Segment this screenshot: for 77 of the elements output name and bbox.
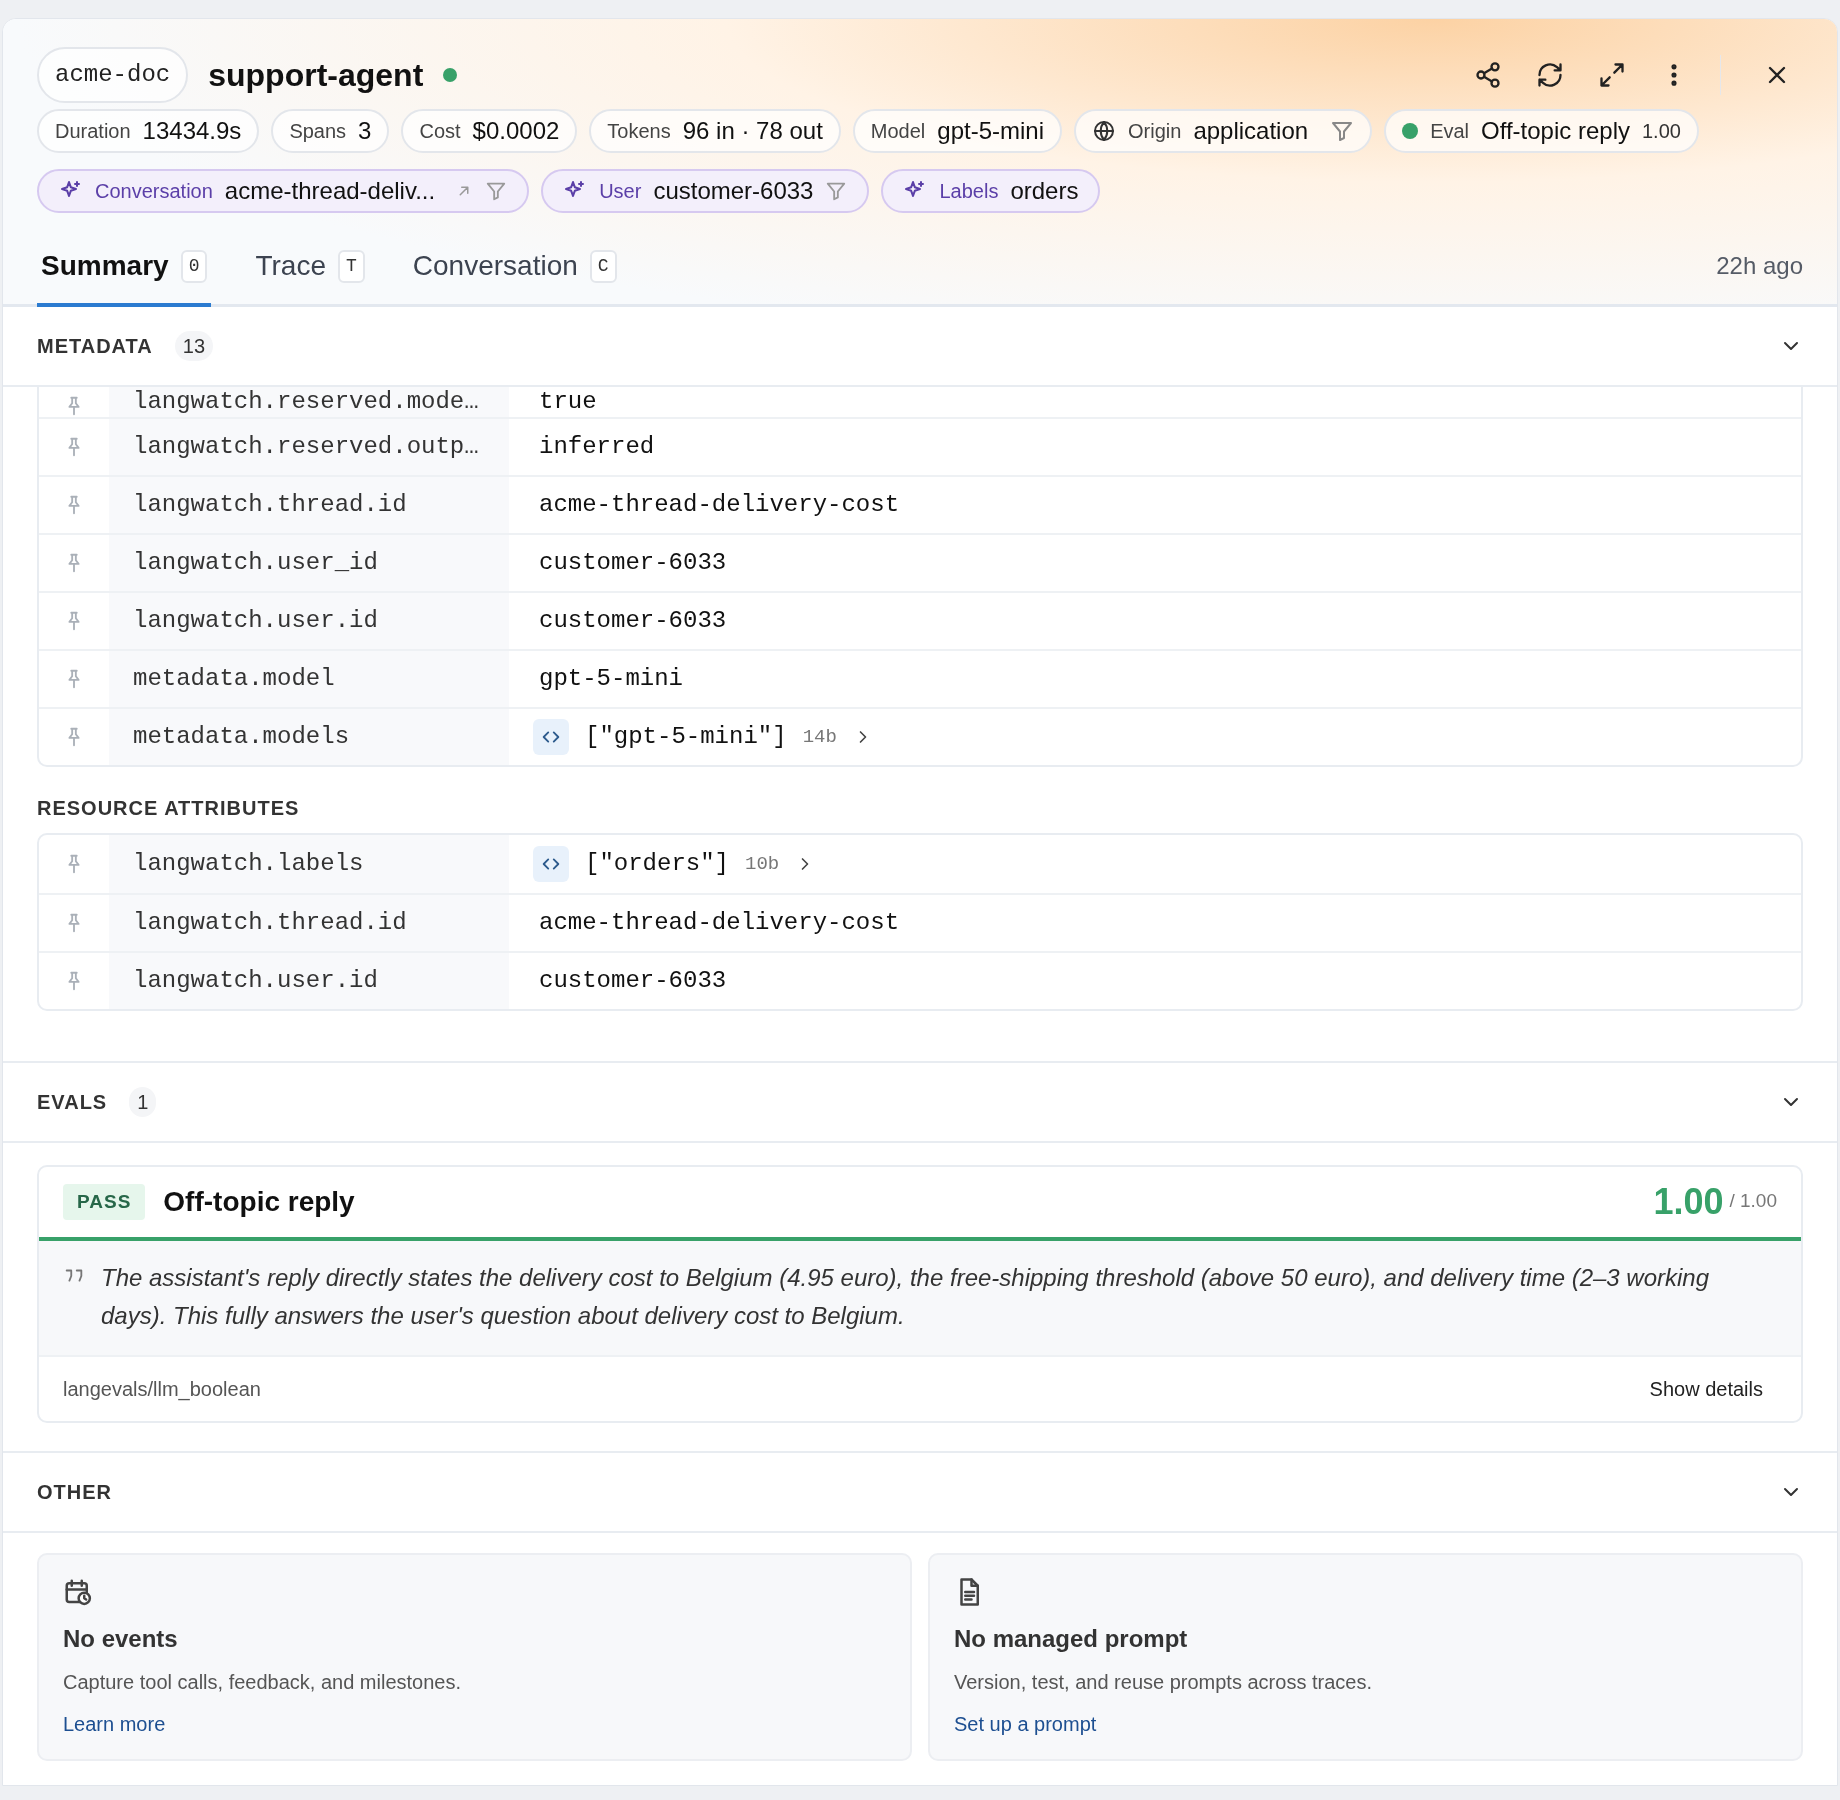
tab[interactable]: Conversation C xyxy=(408,245,621,307)
attribute-key: langwatch.thread.id xyxy=(133,908,407,938)
attribute-value: acme-thread-delivery-cost xyxy=(539,908,900,938)
attribute-key: langwatch.user.id xyxy=(133,966,378,996)
attribute-value: customer-6033 xyxy=(653,176,814,206)
attribute-value: customer-6033 xyxy=(539,606,727,636)
attribute-value: acme-thread-deliv... xyxy=(224,176,436,206)
tab[interactable]: Trace T xyxy=(251,245,369,307)
stat-label: Duration xyxy=(55,119,131,144)
count-badge: 1 xyxy=(129,1087,157,1117)
card-title: No events xyxy=(63,1624,178,1654)
show-details-button[interactable]: Show details xyxy=(1635,1368,1777,1410)
attribute-value: gpt-5-mini xyxy=(539,664,684,694)
attribute-key: langwatch.reserved.outp… xyxy=(133,432,479,462)
stat-label: Spans xyxy=(289,119,347,144)
expand-icon[interactable] xyxy=(1598,61,1626,89)
project-badge: acme-doc xyxy=(37,47,189,103)
size-label: 10b xyxy=(745,851,780,877)
stat-label: Model xyxy=(870,119,926,144)
card-title: No managed prompt xyxy=(954,1624,1188,1654)
score-max: / 1.00 xyxy=(1729,1188,1777,1213)
card-link[interactable]: Learn more xyxy=(63,1709,166,1739)
attribute-label: Conversation xyxy=(95,179,213,204)
section-title: EVALS xyxy=(37,1090,108,1115)
eval-score: 1.00 xyxy=(1642,119,1681,144)
attribute-key: metadata.model xyxy=(133,664,335,694)
stat-label: Origin xyxy=(1128,119,1182,144)
calendar-clock-icon xyxy=(63,1577,93,1607)
attribute-value: acme-thread-delivery-cost xyxy=(539,490,900,520)
attribute-value: inferred xyxy=(539,432,655,462)
attribute-value: ["gpt-5-mini"] xyxy=(585,722,787,752)
card-text: Version, test, and reuse prompts across traces. xyxy=(954,1670,1372,1695)
stat-label: Eval xyxy=(1430,119,1470,144)
eval-score: 1.00 xyxy=(1653,1180,1724,1224)
stat-label: Cost xyxy=(419,119,461,144)
section-title: METADATA xyxy=(37,334,153,359)
stat-value: $0.0002 xyxy=(472,116,560,146)
attribute-value: orders xyxy=(1010,176,1079,206)
code-toggle-button[interactable] xyxy=(533,846,569,882)
section-title: OTHER xyxy=(37,1480,112,1505)
evaluator-name: langevals/llm_boolean xyxy=(63,1377,261,1403)
eval-reasoning: The assistant's reply directly states the delivery cost to Belgium (4.95 euro), the free-shipping threshold (above 50 euro), and delivery time (2–3 working days). This fully answers the user's question about delivery cost to Belgium. xyxy=(101,1263,1711,1331)
code-toggle-button[interactable] xyxy=(533,719,569,755)
card-text: Capture tool calls, feedback, and milestones. xyxy=(63,1670,461,1695)
count-badge: 13 xyxy=(174,331,213,361)
trace-title: support-agent xyxy=(208,56,424,95)
attribute-key: langwatch.thread.id xyxy=(133,490,407,520)
globe-icon xyxy=(1092,119,1116,143)
stat-value: 96 in · 78 out xyxy=(682,116,823,146)
share-icon[interactable] xyxy=(1474,61,1502,89)
stat-value: 3 xyxy=(358,116,372,146)
stat-value: 13434.9s xyxy=(142,116,242,146)
attribute-key: langwatch.user_id xyxy=(133,548,378,578)
filter-icon[interactable] xyxy=(1330,119,1355,143)
size-label: 14b xyxy=(802,724,837,750)
attribute-value: ["orders"] xyxy=(585,849,730,879)
section-title: RESOURCE ATTRIBUTES xyxy=(36,796,301,821)
attribute-key: langwatch.user.id xyxy=(133,606,378,636)
status-badge: PASS xyxy=(63,1183,146,1221)
attribute-value: customer-6033 xyxy=(539,966,727,996)
filter-icon[interactable] xyxy=(825,180,848,202)
card-link[interactable]: Set up a prompt xyxy=(954,1709,1097,1739)
attribute-value: customer-6033 xyxy=(539,548,727,578)
filter-icon[interactable] xyxy=(485,180,508,202)
refresh-icon[interactable] xyxy=(1536,61,1564,89)
stat-value: application xyxy=(1193,116,1309,146)
attribute-key: metadata.models xyxy=(133,722,350,752)
attribute-label: Labels xyxy=(939,179,999,204)
attribute-key: langwatch.reserved.mode… xyxy=(133,387,479,417)
attribute-key: langwatch.labels xyxy=(133,849,364,879)
attribute-label: User xyxy=(599,179,642,204)
eval-name: Off-topic reply xyxy=(163,1185,356,1219)
attribute-value: true xyxy=(539,387,597,417)
stat-value: Off-topic reply xyxy=(1481,116,1630,146)
timestamp: 22h ago xyxy=(1716,251,1803,281)
stat-value: gpt-5-mini xyxy=(937,116,1044,146)
stat-label: Tokens xyxy=(607,119,671,144)
